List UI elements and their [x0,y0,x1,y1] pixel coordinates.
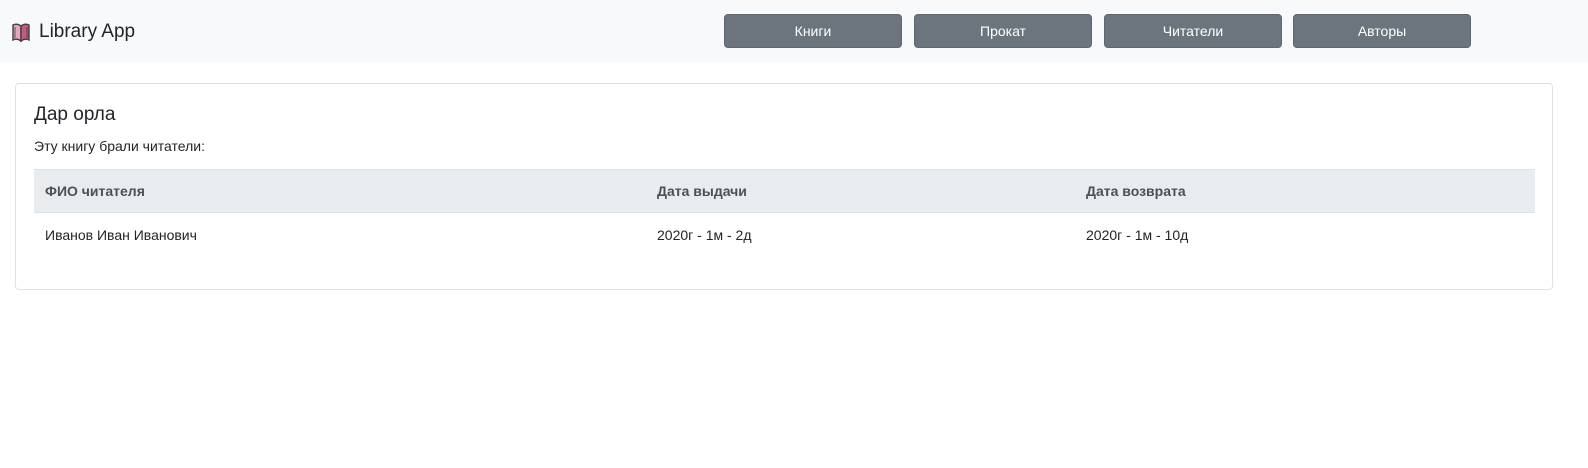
readers-button[interactable]: Читатели [1104,14,1282,48]
table-row: Иванов Иван Иванович 2020г - 1м - 2д 202… [34,213,1535,257]
cell-issue-date: 2020г - 1м - 2д [657,227,752,243]
navbar: Library App Книги Прокат Читатели Авторы [0,0,1588,62]
readers-table: ФИО читателя Дата выдачи Дата возврата И… [34,169,1535,257]
cell-return-date: 2020г - 1м - 10д [1086,227,1189,243]
cell-reader-name: Иванов Иван Иванович [45,227,197,243]
column-header-reader-name: ФИО читателя [45,183,145,199]
column-header-issue-date: Дата выдачи [657,183,747,199]
book-card: Дар орла Эту книгу брали читатели: ФИО ч… [15,83,1553,290]
rentals-button[interactable]: Прокат [914,14,1092,48]
books-button[interactable]: Книги [724,14,902,48]
table-header: ФИО читателя Дата выдачи Дата возврата [34,169,1535,213]
open-book-icon [11,21,31,43]
brand-title: Library App [39,21,136,42]
column-header-return-date: Дата возврата [1086,183,1186,199]
book-title: Дар орла [34,104,116,125]
brand-link[interactable]: Library App [11,19,135,45]
authors-button[interactable]: Авторы [1293,14,1471,48]
readers-subtitle: Эту книгу брали читатели: [34,138,205,154]
